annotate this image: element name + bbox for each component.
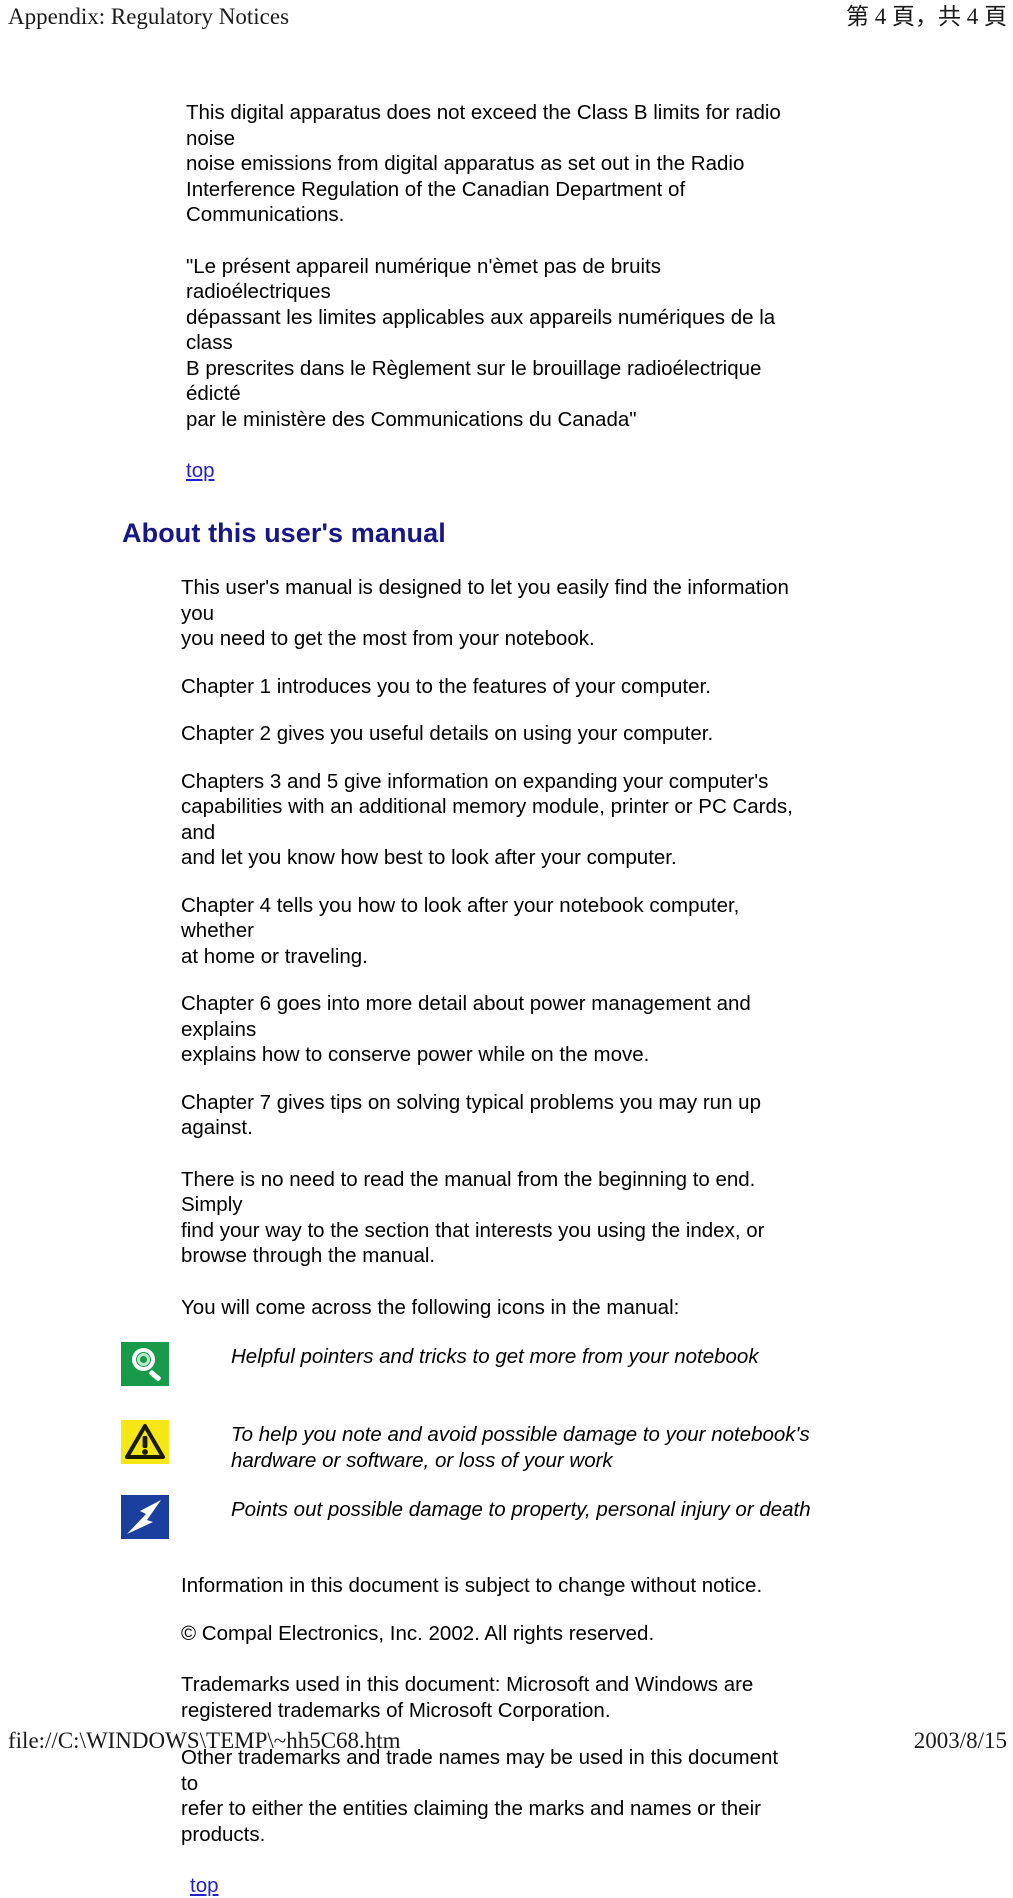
notice-of-change-paragraph: Information in this document is subject … (181, 1574, 763, 1597)
trademarks-paragraph: Trademarks used in this document: Micros… (181, 1673, 754, 1722)
tip-icon-caption: Helpful pointers and tricks to get more … (231, 1345, 759, 1368)
manual-intro-paragraph: This user's manual is designed to let yo… (181, 576, 789, 650)
print-header: Appendix: Regulatory Notices 第 4 頁，共 4 頁 (0, 0, 1013, 34)
danger-lightning-bolt-icon (121, 1495, 169, 1539)
print-header-page-count: 第 4 頁，共 4 頁 (846, 4, 1007, 29)
chapter-7-paragraph: Chapter 7 gives tips on solving typical … (181, 1090, 761, 1140)
warning-triangle-glyph (125, 1424, 165, 1459)
lightning-bolt-glyph (127, 1500, 161, 1534)
icon-legend-row-caution: To help you note and avoid possible dama… (121, 1420, 821, 1473)
page-title: About this user's manual (122, 518, 446, 548)
caution-icon-caption: To help you note and avoid possible dama… (231, 1423, 810, 1472)
icon-legend-row-tip: Helpful pointers and tricks to get more … (121, 1342, 821, 1386)
icons-intro-paragraph: You will come across the following icons… (181, 1295, 680, 1319)
print-footer-file-path: file://C:\WINDOWS\TEMP\~hh5C68.htm (8, 1728, 401, 1753)
no-need-to-read-paragraph: There is no need to read the manual from… (181, 1167, 765, 1268)
chapter-3-and-5-paragraph: Chapters 3 and 5 give information on exp… (181, 769, 793, 870)
top-link-about-manual[interactable]: top (190, 1873, 219, 1898)
chapter-2-paragraph: Chapter 2 gives you useful details on us… (181, 722, 714, 745)
regulatory-paragraph-french: "Le présent appareil numérique n'èmet pa… (186, 254, 776, 431)
copyright-paragraph: © Compal Electronics, Inc. 2002. All rig… (181, 1621, 655, 1645)
regulatory-paragraph-english: This digital apparatus does not exceed t… (186, 101, 781, 226)
print-header-title: Appendix: Regulatory Notices (8, 4, 290, 29)
icon-legend-row-danger: Points out possible damage to property, … (121, 1495, 821, 1539)
tip-magnifier-icon (121, 1342, 169, 1386)
danger-icon-caption: Points out possible damage to property, … (231, 1498, 811, 1521)
print-footer-date: 2003/8/15 (913, 1728, 1007, 1753)
other-trademarks-paragraph: Other trademarks and trade names may be … (181, 1746, 779, 1846)
chapter-4-paragraph: Chapter 4 tells you how to look after yo… (181, 893, 740, 968)
top-link-regulatory[interactable]: top (186, 458, 215, 483)
print-footer: file://C:\WINDOWS\TEMP\~hh5C68.htm 2003/… (0, 1724, 1013, 1754)
document-body: This digital apparatus does not exceed t… (0, 100, 1013, 1898)
chapter-1-paragraph: Chapter 1 introduces you to the features… (181, 674, 711, 698)
chapter-6-paragraph: Chapter 6 goes into more detail about po… (181, 992, 751, 1066)
caution-warning-triangle-icon (121, 1420, 169, 1464)
